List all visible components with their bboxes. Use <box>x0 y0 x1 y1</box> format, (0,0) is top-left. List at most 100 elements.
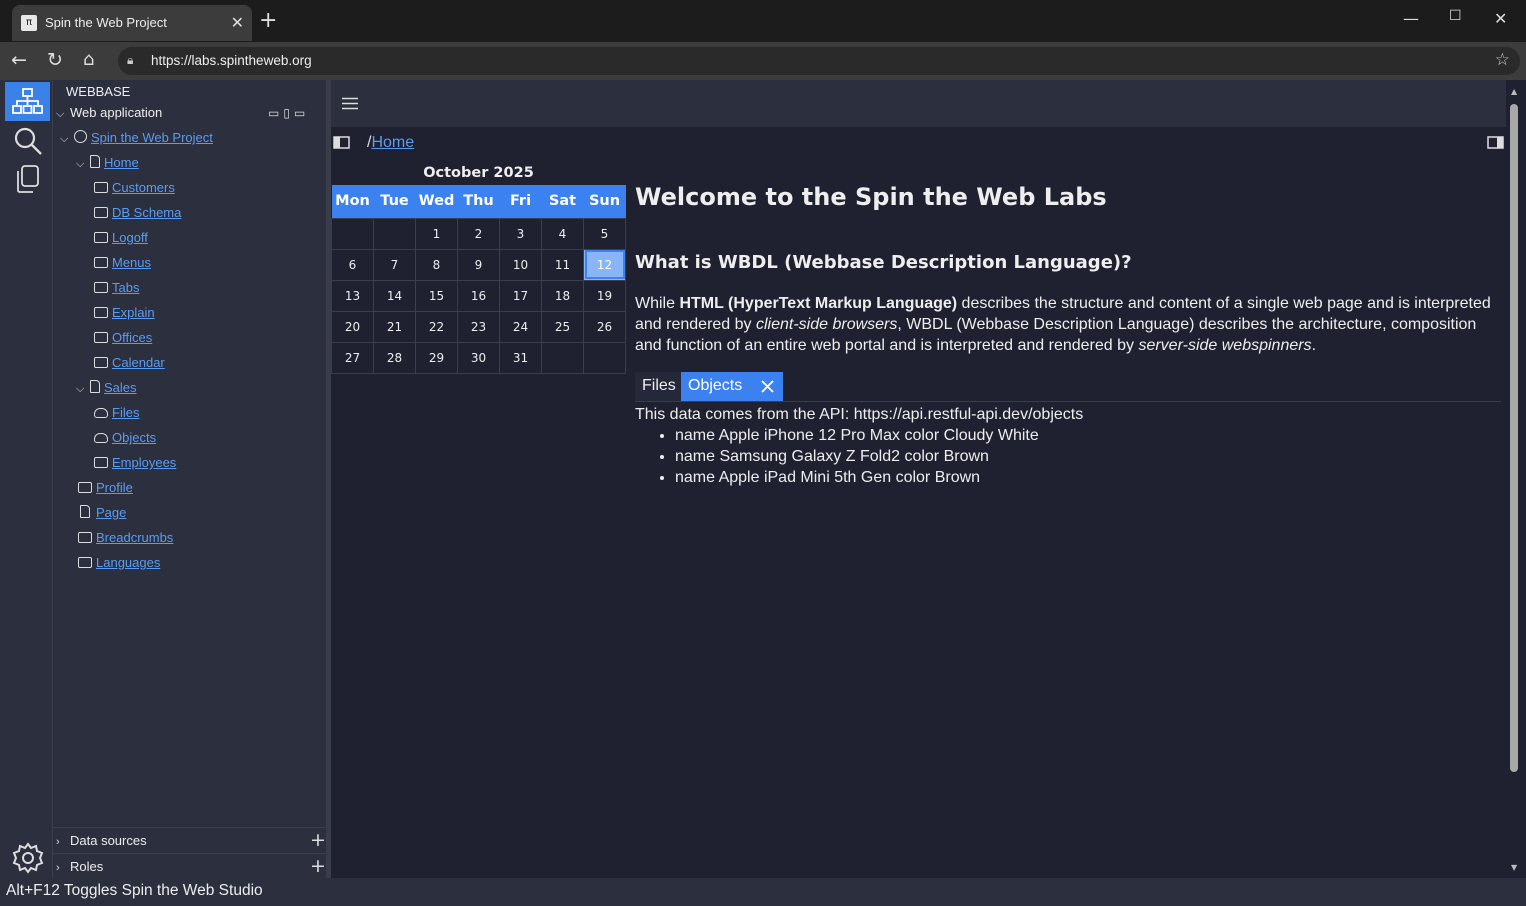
browser-tab[interactable]: π Spin the Web Project ✕ <box>12 5 252 41</box>
tree-node-tabs[interactable]: Tabs <box>94 280 139 295</box>
minimize-icon[interactable]: — <box>1403 9 1419 28</box>
scrollbar-thumb[interactable] <box>1510 104 1518 772</box>
calendar-day[interactable]: 30 <box>457 341 500 374</box>
calendar-day[interactable]: 9 <box>457 248 500 281</box>
tree-node-home[interactable]: ⌵ Home <box>76 155 139 171</box>
close-tab-icon[interactable]: ✕ <box>231 13 244 32</box>
calendar-day[interactable]: 27 <box>331 341 374 374</box>
tree-link-calendar[interactable]: Calendar <box>112 355 165 370</box>
calendar-day[interactable]: 28 <box>373 341 416 374</box>
calendar-day[interactable]: 10 <box>499 248 542 281</box>
calendar-day[interactable]: 5 <box>583 217 626 250</box>
tree-node-files[interactable]: Files <box>94 405 139 420</box>
calendar-day[interactable]: 7 <box>373 248 416 281</box>
calendar-day[interactable]: 31 <box>499 341 542 374</box>
tree-link-customers[interactable]: Customers <box>112 180 175 195</box>
tree-link-employees[interactable]: Employees <box>112 455 176 470</box>
add-item-icons[interactable]: ▭▯▭ <box>268 106 309 120</box>
tree-link-languages[interactable]: Languages <box>96 555 160 570</box>
calendar-day[interactable]: 3 <box>499 217 542 250</box>
tree-node-menus[interactable]: Menus <box>94 255 151 270</box>
calendar-day[interactable]: 6 <box>331 248 374 281</box>
vertical-scrollbar[interactable]: ▲ ▼ <box>1506 80 1526 878</box>
calendar-day[interactable]: 22 <box>415 310 458 343</box>
close-tab-icon[interactable] <box>761 380 774 393</box>
calendar-day[interactable]: 29 <box>415 341 458 374</box>
tree-node-breadcrumbs[interactable]: Breadcrumbs <box>78 530 173 545</box>
tree-node-calendar[interactable]: Calendar <box>94 355 165 370</box>
calendar-day[interactable]: 4 <box>541 217 584 250</box>
data-sources-section[interactable]: › Data sources <box>56 833 147 848</box>
calendar-day[interactable]: 19 <box>583 279 626 312</box>
chevron-down-icon[interactable]: ⌵ <box>76 383 90 396</box>
bookmark-star-icon[interactable]: ☆ <box>1495 50 1510 70</box>
tree-link-profile[interactable]: Profile <box>96 480 133 495</box>
tree-node-languages[interactable]: Languages <box>78 555 160 570</box>
home-icon[interactable]: ⌂ <box>83 49 94 70</box>
tree-node-db-schema[interactable]: DB Schema <box>94 205 181 220</box>
tree-node-employees[interactable]: Employees <box>94 455 176 470</box>
tree-link-db-schema[interactable]: DB Schema <box>112 205 181 220</box>
calendar-day[interactable]: 23 <box>457 310 500 343</box>
close-window-icon[interactable]: ✕ <box>1494 9 1507 28</box>
calendar-day[interactable]: 17 <box>499 279 542 312</box>
calendar-day[interactable]: 1 <box>415 217 458 250</box>
back-icon[interactable]: ← <box>11 49 27 71</box>
toggle-right-panel-icon[interactable] <box>1487 136 1504 149</box>
tree-node-logoff[interactable]: Logoff <box>94 230 148 245</box>
calendar-day-selected[interactable]: 12 <box>583 248 626 281</box>
chevron-down-icon[interactable]: ⌵ <box>76 158 90 171</box>
add-role-icon[interactable]: + <box>310 855 326 877</box>
calendar-day[interactable]: 15 <box>415 279 458 312</box>
tree-link-offices[interactable]: Offices <box>112 330 152 345</box>
chevron-down-icon[interactable]: ⌵ <box>56 108 70 121</box>
tree-node-customers[interactable]: Customers <box>94 180 175 195</box>
calendar-day[interactable]: 21 <box>373 310 416 343</box>
maximize-icon[interactable]: ☐ <box>1449 8 1462 24</box>
breadcrumb-home-link[interactable]: Home <box>371 134 414 151</box>
add-data-source-icon[interactable]: + <box>310 829 326 851</box>
tree-link-sales[interactable]: Sales <box>104 380 137 395</box>
roles-section[interactable]: › Roles <box>56 859 103 874</box>
tab-objects[interactable]: Objects <box>681 372 783 401</box>
scroll-up-icon[interactable]: ▲ <box>1511 87 1517 96</box>
tree-link-files[interactable]: Files <box>112 405 139 420</box>
tab-files[interactable]: Files <box>635 372 681 401</box>
calendar-day[interactable]: 13 <box>331 279 374 312</box>
calendar-day[interactable]: 11 <box>541 248 584 281</box>
tree-link-page[interactable]: Page <box>96 505 126 520</box>
tree-node-explain[interactable]: Explain <box>94 305 155 320</box>
tree-link-breadcrumbs[interactable]: Breadcrumbs <box>96 530 173 545</box>
calendar-day[interactable]: 2 <box>457 217 500 250</box>
scroll-down-icon[interactable]: ▼ <box>1511 863 1517 872</box>
tree-link-explain[interactable]: Explain <box>112 305 155 320</box>
chevron-down-icon[interactable]: ⌵ <box>60 133 74 146</box>
calendar-day[interactable]: 26 <box>583 310 626 343</box>
add-page-icon[interactable]: ▯ <box>283 106 294 120</box>
tree-link-project[interactable]: Spin the Web Project <box>91 130 213 145</box>
add-area-icon[interactable]: ▭ <box>268 106 283 120</box>
tree-node-project[interactable]: ⌵ Spin the Web Project <box>60 130 213 146</box>
tree-link-menus[interactable]: Menus <box>112 255 151 270</box>
calendar-day[interactable]: 24 <box>499 310 542 343</box>
copy-icon[interactable] <box>15 164 41 194</box>
tree-node-offices[interactable]: Offices <box>94 330 152 345</box>
tree-link-objects[interactable]: Objects <box>112 430 156 445</box>
web-application-node[interactable]: ⌵ Web application <box>56 105 162 121</box>
toggle-left-panel-icon[interactable] <box>333 136 350 149</box>
hamburger-menu-icon[interactable] <box>342 97 358 110</box>
tree-node-profile[interactable]: Profile <box>78 480 133 495</box>
sitemap-tab[interactable] <box>5 82 50 121</box>
tree-node-objects[interactable]: Objects <box>94 430 156 445</box>
add-content-icon[interactable]: ▭ <box>294 106 309 120</box>
url-field[interactable]: 🔒︎ https://labs.spintheweb.org ☆ <box>118 47 1520 75</box>
calendar-day[interactable]: 25 <box>541 310 584 343</box>
search-icon[interactable] <box>13 126 43 156</box>
calendar-day[interactable]: 16 <box>457 279 500 312</box>
tree-link-home[interactable]: Home <box>104 155 139 170</box>
new-tab-icon[interactable]: + <box>259 8 277 33</box>
tree-link-logoff[interactable]: Logoff <box>112 230 148 245</box>
calendar-day[interactable]: 20 <box>331 310 374 343</box>
tree-link-tabs[interactable]: Tabs <box>112 280 139 295</box>
tree-node-sales[interactable]: ⌵ Sales <box>76 380 137 396</box>
